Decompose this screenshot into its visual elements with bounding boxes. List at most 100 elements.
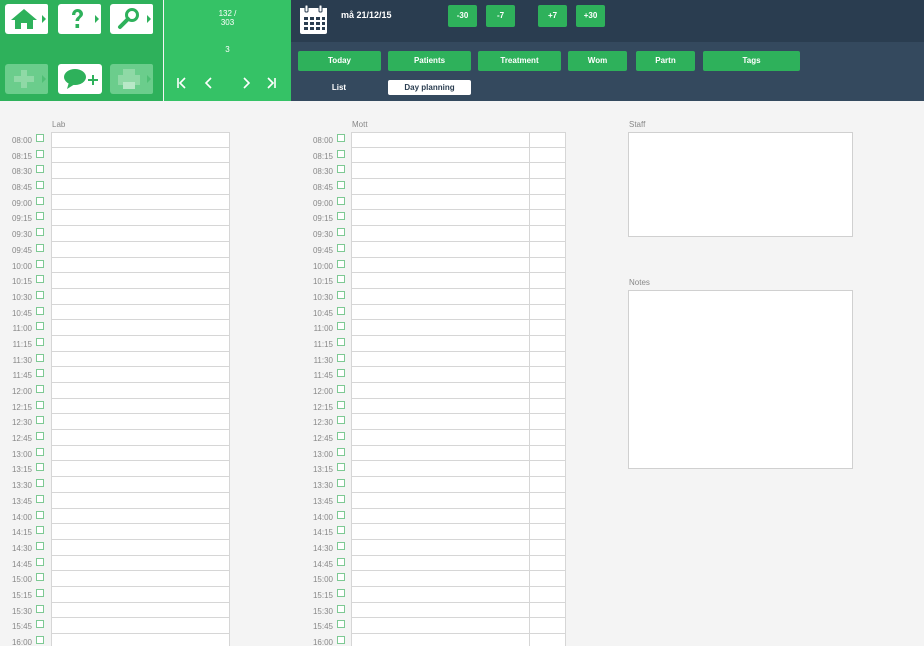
slot-checkbox[interactable] bbox=[36, 416, 44, 425]
slot-cell[interactable] bbox=[51, 477, 230, 493]
slot-cell[interactable] bbox=[529, 430, 566, 446]
slot-checkbox[interactable] bbox=[36, 228, 44, 237]
slot-cell[interactable] bbox=[351, 383, 530, 399]
slot-cell[interactable] bbox=[351, 210, 530, 227]
slot-cell[interactable] bbox=[51, 571, 230, 587]
slot-checkbox[interactable] bbox=[337, 526, 345, 535]
slot-cell[interactable] bbox=[351, 398, 530, 415]
slot-cell[interactable] bbox=[51, 179, 230, 195]
home-button[interactable] bbox=[5, 4, 43, 34]
slot-cell[interactable] bbox=[529, 304, 566, 321]
slot-cell[interactable] bbox=[51, 508, 230, 525]
slot-checkbox[interactable] bbox=[337, 620, 345, 629]
calendar-icon[interactable] bbox=[299, 4, 328, 35]
slot-checkbox[interactable] bbox=[337, 479, 345, 488]
slot-checkbox[interactable] bbox=[36, 526, 44, 535]
slot-cell[interactable] bbox=[51, 586, 230, 603]
slot-cell[interactable] bbox=[529, 586, 566, 603]
slot-checkbox[interactable] bbox=[36, 432, 44, 441]
slot-cell[interactable] bbox=[51, 194, 230, 211]
slot-cell[interactable] bbox=[51, 351, 230, 368]
add-button[interactable] bbox=[5, 64, 43, 94]
next-record-button[interactable] bbox=[238, 74, 254, 92]
slot-cell[interactable] bbox=[529, 398, 566, 415]
slot-checkbox[interactable] bbox=[36, 212, 44, 221]
slot-cell[interactable] bbox=[351, 461, 530, 478]
slot-cell[interactable] bbox=[529, 524, 566, 540]
slot-cell[interactable] bbox=[351, 539, 530, 556]
slot-checkbox[interactable] bbox=[337, 541, 345, 550]
slot-checkbox[interactable] bbox=[337, 385, 345, 393]
slot-cell[interactable] bbox=[529, 210, 566, 227]
slot-checkbox[interactable] bbox=[337, 259, 345, 268]
slot-checkbox[interactable] bbox=[36, 306, 44, 315]
slot-checkbox[interactable] bbox=[36, 588, 44, 597]
slot-cell[interactable] bbox=[529, 555, 566, 572]
slot-checkbox[interactable] bbox=[36, 400, 44, 409]
slot-checkbox[interactable] bbox=[36, 447, 44, 456]
slot-checkbox[interactable] bbox=[337, 228, 345, 237]
search-menu-arrow[interactable] bbox=[144, 4, 153, 34]
slot-checkbox[interactable] bbox=[36, 134, 44, 142]
slot-cell[interactable] bbox=[351, 304, 530, 321]
slot-checkbox[interactable] bbox=[36, 385, 44, 393]
slot-cell[interactable] bbox=[529, 477, 566, 493]
slot-checkbox[interactable] bbox=[337, 275, 345, 284]
slot-checkbox[interactable] bbox=[337, 196, 345, 205]
slot-checkbox[interactable] bbox=[337, 181, 345, 190]
slot-cell[interactable] bbox=[51, 335, 230, 352]
slot-checkbox[interactable] bbox=[337, 432, 345, 441]
slot-checkbox[interactable] bbox=[337, 290, 345, 299]
slot-cell[interactable] bbox=[51, 288, 230, 305]
slot-cell[interactable] bbox=[51, 618, 230, 634]
slot-cell[interactable] bbox=[51, 602, 230, 619]
print-menu-arrow[interactable] bbox=[144, 64, 153, 94]
slot-checkbox[interactable] bbox=[36, 620, 44, 629]
slot-checkbox[interactable] bbox=[337, 557, 345, 566]
slot-checkbox[interactable] bbox=[337, 243, 345, 252]
slot-checkbox[interactable] bbox=[36, 463, 44, 472]
last-record-button[interactable] bbox=[263, 74, 279, 92]
slot-cell[interactable] bbox=[351, 226, 530, 242]
slot-cell[interactable] bbox=[51, 524, 230, 540]
slot-cell[interactable] bbox=[351, 602, 530, 619]
slot-checkbox[interactable] bbox=[337, 322, 345, 331]
slot-cell[interactable] bbox=[351, 445, 530, 462]
slot-checkbox[interactable] bbox=[337, 447, 345, 456]
slot-checkbox[interactable] bbox=[36, 149, 44, 158]
previous-record-button[interactable] bbox=[201, 74, 217, 92]
slot-cell[interactable] bbox=[351, 430, 530, 446]
slot-cell[interactable] bbox=[351, 477, 530, 493]
plus-30-button[interactable]: +30 bbox=[576, 5, 605, 27]
slot-cell[interactable] bbox=[529, 445, 566, 462]
slot-cell[interactable] bbox=[51, 430, 230, 446]
slot-cell[interactable] bbox=[529, 147, 566, 164]
slot-checkbox[interactable] bbox=[337, 636, 345, 644]
slot-cell[interactable] bbox=[51, 226, 230, 242]
slot-checkbox[interactable] bbox=[36, 636, 44, 644]
slot-cell[interactable] bbox=[51, 398, 230, 415]
plus-7-button[interactable]: +7 bbox=[538, 5, 567, 27]
slot-checkbox[interactable] bbox=[337, 149, 345, 158]
slot-checkbox[interactable] bbox=[36, 494, 44, 503]
slot-cell[interactable] bbox=[351, 618, 530, 634]
slot-cell[interactable] bbox=[351, 163, 530, 180]
slot-cell[interactable] bbox=[351, 147, 530, 164]
slot-cell[interactable] bbox=[529, 539, 566, 556]
tab-treatment[interactable]: Treatment bbox=[478, 51, 561, 71]
slot-cell[interactable] bbox=[351, 414, 530, 431]
minus-30-button[interactable]: -30 bbox=[448, 5, 477, 27]
slot-checkbox[interactable] bbox=[337, 494, 345, 503]
notes-field[interactable] bbox=[628, 290, 853, 469]
slot-checkbox[interactable] bbox=[36, 557, 44, 566]
slot-cell[interactable] bbox=[529, 351, 566, 368]
slot-checkbox[interactable] bbox=[36, 181, 44, 190]
slot-cell[interactable] bbox=[51, 147, 230, 164]
slot-cell[interactable] bbox=[351, 132, 530, 148]
slot-cell[interactable] bbox=[529, 335, 566, 352]
slot-checkbox[interactable] bbox=[36, 337, 44, 346]
slot-checkbox[interactable] bbox=[36, 573, 44, 582]
first-record-button[interactable] bbox=[174, 74, 190, 92]
slot-cell[interactable] bbox=[529, 179, 566, 195]
slot-cell[interactable] bbox=[529, 163, 566, 180]
